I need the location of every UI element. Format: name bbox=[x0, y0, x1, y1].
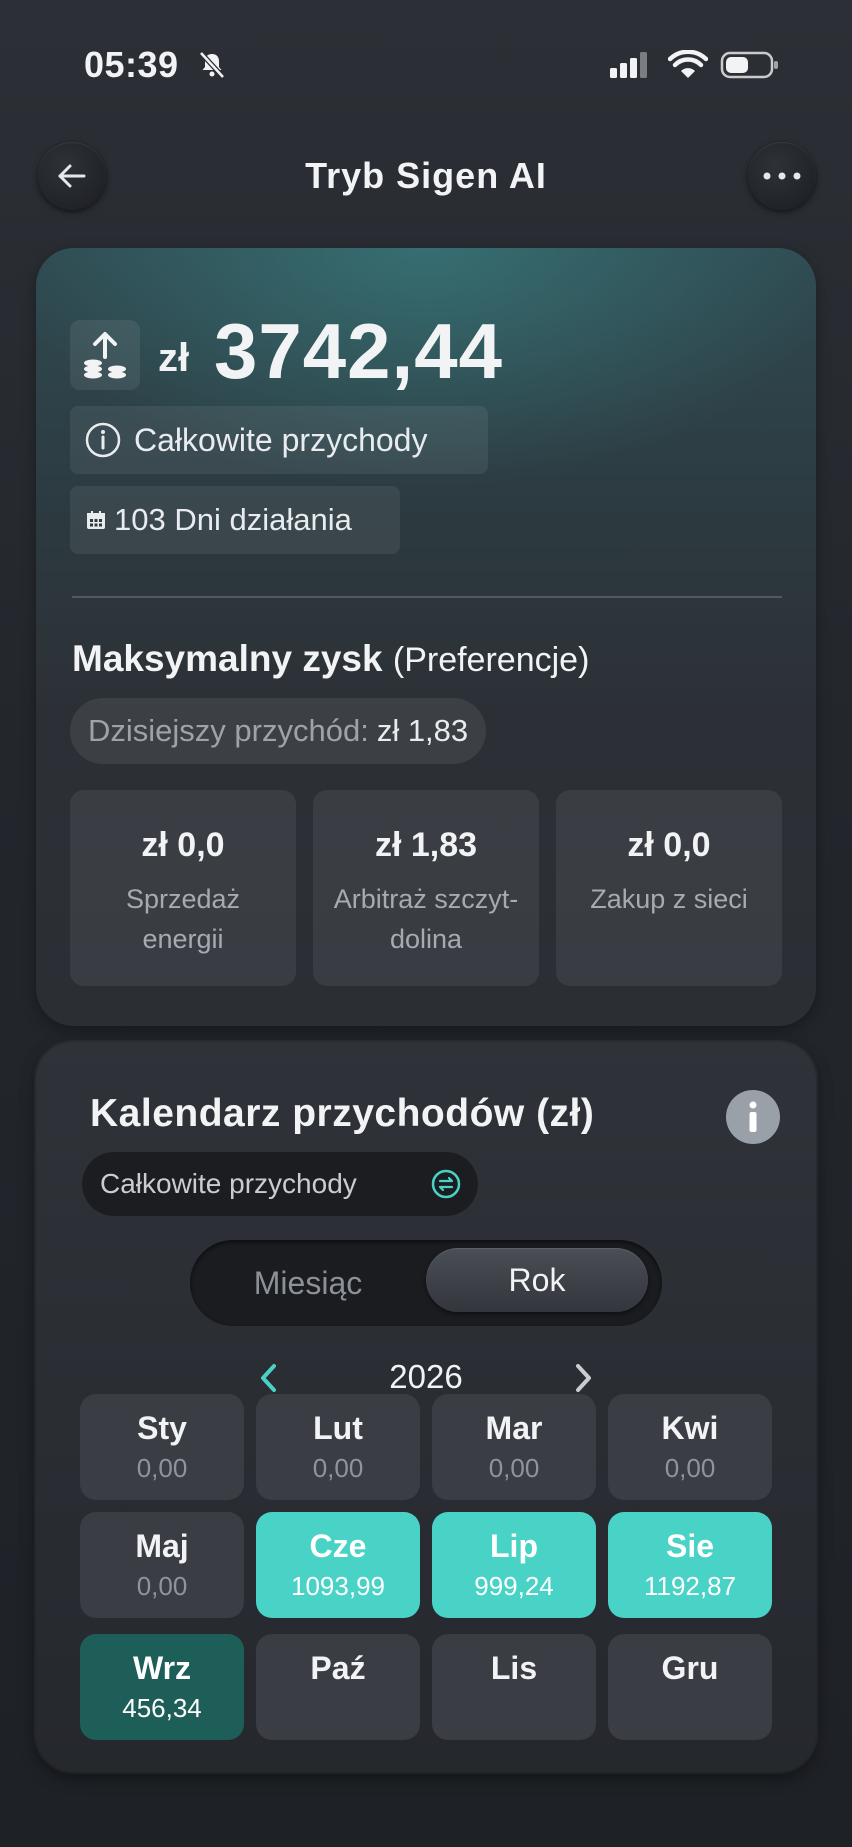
month-name: Maj bbox=[135, 1528, 189, 1564]
tab-year[interactable]: Rok bbox=[426, 1248, 648, 1312]
month-value: 0,00 bbox=[136, 1453, 188, 1483]
bell-muted-icon bbox=[199, 51, 225, 79]
month-name: Lis bbox=[490, 1650, 538, 1686]
signal-icon bbox=[610, 52, 647, 78]
month-value: 999,24 bbox=[474, 1571, 554, 1601]
month-name: Lip bbox=[490, 1528, 538, 1564]
month-cell-mar[interactable]: Mar 0,00 bbox=[432, 1394, 596, 1500]
month-cell-maj[interactable]: Maj 0,00 bbox=[80, 1512, 244, 1618]
revenue-summary-card: zł 3742,44 Całkowite przychody 103 Dni d… bbox=[36, 248, 816, 1026]
revenue-calendar-card: Kalendarz przychodów (zł) Całkowite przy… bbox=[36, 1042, 816, 1772]
status-bar: 05:39 bbox=[0, 40, 852, 90]
month-name: Sty bbox=[137, 1410, 187, 1446]
month-cell-sie[interactable]: Sie 1192,87 bbox=[608, 1512, 772, 1618]
month-value: 1192,87 bbox=[643, 1571, 737, 1601]
month-cell-lut[interactable]: Lut 0,00 bbox=[256, 1394, 420, 1500]
month-cell-lip[interactable]: Lip 999,24 bbox=[432, 1512, 596, 1618]
swap-arrows-icon bbox=[431, 1169, 461, 1199]
battery-icon bbox=[720, 51, 778, 79]
month-value: 0,00 bbox=[664, 1453, 716, 1483]
chevron-right-icon[interactable] bbox=[568, 1360, 598, 1396]
currency-symbol: zł bbox=[158, 336, 190, 380]
month-value: 0,00 bbox=[136, 1571, 188, 1601]
mode-preference-label: (Preferencje) bbox=[392, 641, 590, 679]
peak-valley-arbitrage-tile: zł 1,83 Arbitraż szczyt-dolina bbox=[313, 790, 539, 986]
month-cell-gru[interactable]: Gru bbox=[608, 1634, 772, 1740]
month-name: Mar bbox=[485, 1410, 543, 1446]
more-dots-icon bbox=[763, 172, 801, 180]
period-toggle: Miesiąc Rok bbox=[190, 1240, 662, 1326]
divider bbox=[72, 596, 782, 598]
chevron-left-icon[interactable] bbox=[254, 1360, 284, 1396]
operating-days-chip: 103 Dni działania bbox=[70, 486, 400, 554]
grid-purchase-value: zł 0,0 bbox=[627, 826, 711, 864]
today-revenue-value: zł 1,83 bbox=[376, 713, 469, 748]
revenue-type-label: Całkowite przychody bbox=[100, 1168, 357, 1199]
calendar-info-button[interactable] bbox=[726, 1090, 780, 1144]
info-icon bbox=[749, 1101, 757, 1132]
energy-sales-tile: zł 0,0 Sprzedaż energii bbox=[70, 790, 296, 986]
today-revenue-pill: Dzisiejszy przychód: zł 1,83 bbox=[70, 698, 487, 764]
revenue-type-selector[interactable]: Całkowite przychody bbox=[82, 1152, 478, 1216]
month-value: 456,34 bbox=[122, 1693, 202, 1723]
status-time: 05:39 bbox=[84, 44, 179, 85]
month-name: Cze bbox=[309, 1528, 367, 1564]
arbitrage-label: Arbitraż szczyt-dolina bbox=[333, 884, 519, 954]
operating-days-label: 103 Dni działania bbox=[114, 502, 352, 537]
month-value: 0,00 bbox=[312, 1453, 364, 1483]
today-revenue-label: Dzisiejszy przychód: bbox=[88, 713, 369, 748]
arbitrage-value: zł 1,83 bbox=[374, 826, 478, 864]
total-revenue-label: Całkowite przychody bbox=[134, 421, 428, 458]
month-cell-kwi[interactable]: Kwi 0,00 bbox=[608, 1394, 772, 1500]
month-name: Wrz bbox=[132, 1650, 192, 1686]
month-cell-paz[interactable]: Paź bbox=[256, 1634, 420, 1740]
energy-sales-label: Sprzedaż energii bbox=[125, 884, 241, 954]
mode-title: Maksymalny zysk (Preferencje) bbox=[72, 638, 589, 680]
page-title: Tryb Sigen AI bbox=[305, 155, 547, 196]
month-name: Gru bbox=[661, 1650, 719, 1686]
month-cell-sty[interactable]: Sty 0,00 bbox=[80, 1394, 244, 1500]
calendar-title: Kalendarz przychodów (zł) bbox=[90, 1092, 595, 1135]
wifi-icon bbox=[668, 50, 708, 78]
tab-month[interactable]: Miesiąc bbox=[190, 1240, 426, 1326]
info-circle-icon bbox=[85, 422, 121, 458]
month-cell-wrz[interactable]: Wrz 456,34 bbox=[80, 1634, 244, 1740]
month-name: Kwi bbox=[661, 1410, 719, 1446]
energy-sales-value: zł 0,0 bbox=[141, 826, 225, 864]
month-value: 0,00 bbox=[488, 1453, 540, 1483]
month-cell-cze[interactable]: Cze 1093,99 bbox=[256, 1512, 420, 1618]
calendar-icon bbox=[87, 511, 105, 529]
selected-year: 2026 bbox=[389, 1358, 463, 1395]
month-cell-lis[interactable]: Lis bbox=[432, 1634, 596, 1740]
more-options-button[interactable] bbox=[748, 142, 816, 210]
month-name: Paź bbox=[310, 1650, 366, 1686]
grid-purchase-label: Zakup z sieci bbox=[590, 884, 748, 914]
mode-name: Maksymalny zysk bbox=[72, 638, 383, 679]
revenue-coins-icon bbox=[70, 320, 140, 390]
total-revenue-label-chip[interactable]: Całkowite przychody bbox=[70, 406, 488, 474]
total-revenue-value: 3742,44 bbox=[214, 307, 503, 395]
month-grid: Sty 0,00 Lut 0,00 Mar 0,00 Kwi 0,00 Maj … bbox=[80, 1394, 772, 1744]
month-name: Sie bbox=[665, 1528, 715, 1564]
month-value: 1093,99 bbox=[291, 1571, 385, 1601]
month-name: Lut bbox=[313, 1410, 363, 1446]
grid-purchase-tile: zł 0,0 Zakup z sieci bbox=[556, 790, 782, 986]
